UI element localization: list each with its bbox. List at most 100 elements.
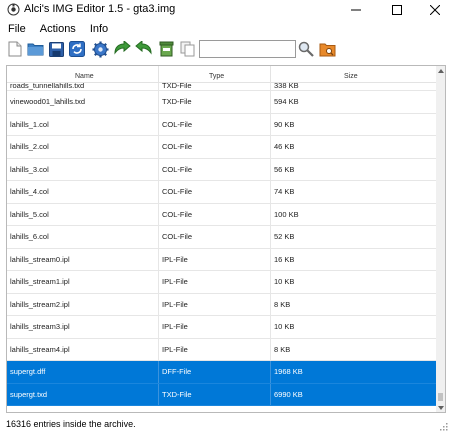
- cell-name: lahills_stream3.ipl: [7, 316, 159, 338]
- cell-type: IPL-File: [159, 293, 271, 315]
- rebuild-button[interactable]: [68, 40, 86, 58]
- list-row[interactable]: lahills_stream1.ipl IPL-File 10 KB: [7, 271, 437, 294]
- list-row[interactable]: lahills_6.col COL-File 52 KB: [7, 226, 437, 249]
- list-row[interactable]: supergt.txd TXD-File 6990 KB: [7, 383, 437, 406]
- cell-type: DFF-File: [159, 361, 271, 383]
- cell-name: vinewood01_lahills.txd: [7, 91, 159, 113]
- search-button[interactable]: [297, 40, 315, 58]
- cell-size: 1968 KB: [271, 361, 437, 383]
- cell-type: TXD-File: [159, 91, 271, 113]
- menu-file[interactable]: File: [6, 22, 28, 36]
- cell-size: 46 KB: [274, 142, 295, 152]
- cell-name: lahills_3.col: [7, 158, 159, 180]
- cell-type: IPL-File: [159, 316, 271, 338]
- column-header-name[interactable]: Name: [7, 66, 159, 83]
- cell-size: 56 KB: [274, 164, 295, 174]
- cell-name: lahills_stream4.ipl: [7, 338, 159, 360]
- cell-type: IPL-File: [159, 248, 271, 270]
- list-row[interactable]: supergt.dff DFF-File 1968 KB: [7, 361, 437, 384]
- cell-size: 6990 KB: [271, 383, 437, 405]
- list-rows: roads_tunnellahills.txd TXD-File 338 KB …: [7, 83, 437, 406]
- cell-size: 8 KB: [274, 344, 291, 354]
- settings-button[interactable]: [91, 40, 109, 58]
- cell-name: lahills_stream1.ipl: [7, 271, 159, 293]
- settings-gear-icon: [92, 41, 108, 57]
- list-row[interactable]: lahills_1.col COL-File 90 KB: [7, 113, 437, 136]
- scroll-down-arrow-icon[interactable]: [436, 403, 445, 412]
- file-list[interactable]: Name Type Size roads_tunnellahills.txd T…: [6, 65, 446, 413]
- cell-size: 10 KB: [274, 277, 295, 287]
- list-row[interactable]: lahills_4.col COL-File 74 KB: [7, 181, 437, 204]
- new-file-icon: [8, 41, 22, 57]
- cell-type: IPL-File: [159, 338, 271, 360]
- cell-type: COL-File: [159, 158, 271, 180]
- cell-size: 338 KB: [274, 83, 299, 90]
- cell-name: supergt.txd: [7, 383, 159, 405]
- cell-size: 52 KB: [274, 232, 295, 242]
- list-row[interactable]: lahills_stream4.ipl IPL-File 8 KB: [7, 338, 437, 361]
- cell-type: COL-File: [159, 203, 271, 225]
- cell-name: lahills_5.col: [7, 203, 159, 225]
- open-button[interactable]: [26, 40, 44, 58]
- maximize-icon: [392, 5, 402, 15]
- list-row-partial[interactable]: roads_tunnellahills.txd TXD-File 338 KB: [7, 83, 437, 91]
- close-button[interactable]: [416, 0, 450, 20]
- scrollbar-thumb[interactable]: [438, 393, 443, 401]
- cell-type: COL-File: [159, 113, 271, 135]
- search-icon: [298, 41, 314, 57]
- column-header-type[interactable]: Type: [159, 66, 271, 83]
- minimize-icon: [351, 9, 361, 11]
- rebuild-icon: [69, 41, 85, 57]
- export-button[interactable]: [135, 40, 153, 58]
- cell-size: 10 KB: [274, 322, 295, 332]
- list-row[interactable]: lahills_stream2.ipl IPL-File 8 KB: [7, 293, 437, 316]
- search-input[interactable]: [199, 40, 296, 58]
- cell-size: 8 KB: [274, 299, 291, 309]
- cell-name: lahills_stream0.ipl: [7, 248, 159, 270]
- cell-type: TXD-File: [159, 83, 271, 90]
- resize-grip-icon[interactable]: [438, 421, 448, 431]
- minimize-button[interactable]: [337, 0, 375, 20]
- import-button[interactable]: [113, 40, 131, 58]
- cell-size: 74 KB: [274, 187, 295, 197]
- scroll-up-arrow-icon[interactable]: [436, 66, 445, 75]
- import-arrow-icon: [114, 41, 131, 55]
- cell-type: COL-File: [159, 136, 271, 158]
- cell-type: IPL-File: [159, 271, 271, 293]
- column-header-size[interactable]: Size: [271, 66, 437, 83]
- folder-search-button[interactable]: [318, 40, 336, 58]
- title-bar: Alci's IMG Editor 1.5 - gta3.img: [0, 0, 450, 20]
- copy-icon: [180, 41, 194, 57]
- folder-search-icon: [319, 43, 335, 56]
- cell-name: lahills_1.col: [7, 113, 159, 135]
- cell-name: lahills_4.col: [7, 181, 159, 203]
- cell-type: COL-File: [159, 181, 271, 203]
- status-bar: 16316 entries inside the archive.: [0, 415, 450, 433]
- delete-button[interactable]: [157, 40, 175, 58]
- list-row[interactable]: vinewood01_lahills.txd TXD-File 594 KB: [7, 91, 437, 114]
- vertical-scrollbar[interactable]: [436, 66, 445, 412]
- cell-name: lahills_6.col: [7, 226, 159, 248]
- list-row[interactable]: lahills_2.col COL-File 46 KB: [7, 136, 437, 159]
- maximize-button[interactable]: [378, 0, 416, 20]
- trash-icon: [159, 41, 173, 57]
- open-folder-icon: [27, 43, 43, 56]
- list-row[interactable]: lahills_stream0.ipl IPL-File 16 KB: [7, 248, 437, 271]
- list-row[interactable]: lahills_3.col COL-File 56 KB: [7, 158, 437, 181]
- save-button[interactable]: [47, 40, 65, 58]
- list-header: Name Type Size: [7, 66, 437, 83]
- cell-name: lahills_stream2.ipl: [7, 293, 159, 315]
- menu-info[interactable]: Info: [88, 22, 110, 36]
- menu-actions[interactable]: Actions: [38, 22, 78, 36]
- list-row[interactable]: lahills_5.col COL-File 100 KB: [7, 203, 437, 226]
- export-arrow-icon: [135, 41, 152, 55]
- menu-bar: File Actions Info: [0, 20, 450, 38]
- list-row[interactable]: lahills_stream3.ipl IPL-File 10 KB: [7, 316, 437, 339]
- new-file-button[interactable]: [6, 40, 24, 58]
- copy-button[interactable]: [178, 40, 196, 58]
- window-title: Alci's IMG Editor 1.5 - gta3.img: [24, 3, 176, 15]
- cell-name: lahills_2.col: [7, 136, 159, 158]
- cell-size: 90 KB: [274, 119, 295, 129]
- close-icon: [430, 5, 440, 15]
- save-icon: [48, 41, 64, 57]
